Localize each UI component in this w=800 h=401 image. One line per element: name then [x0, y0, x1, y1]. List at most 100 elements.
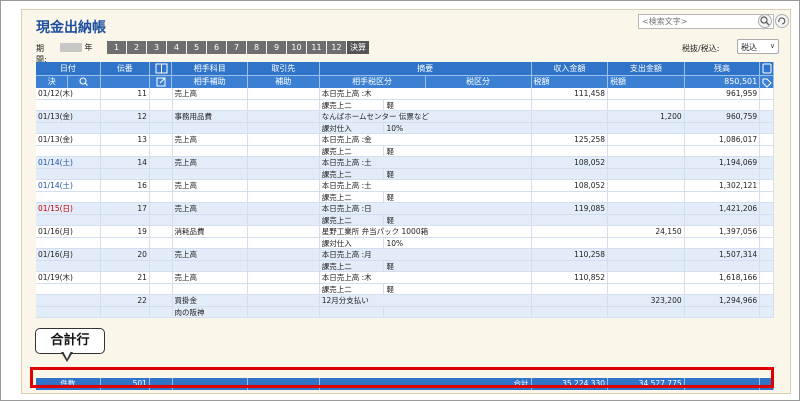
row-date: 01/13(金) [36, 134, 101, 145]
table-row[interactable]: 22 買掛金 12月分支払い 323,200 1,294,966 肉の阪神 [36, 295, 774, 318]
row-account: 売上高 [173, 203, 249, 214]
row-balance: 1,618,166 [685, 272, 761, 283]
month-button-5[interactable]: 5 [187, 41, 206, 54]
row-account: 消耗品費 [173, 226, 249, 237]
row-expense: 24,150 [608, 226, 685, 237]
row-expense [608, 272, 685, 283]
row-denpyo: 12 [101, 111, 150, 122]
col-expense[interactable]: 支出金額 [608, 62, 685, 75]
row-balance: 961,959 [685, 88, 761, 99]
edit-icon[interactable] [150, 76, 173, 88]
table-row[interactable]: 01/14(土) 14 売上高 本日売上高 :土 108,052 1,194,069 課売上… [36, 157, 774, 180]
row-account-sub [173, 168, 249, 179]
row-date: 01/14(土) [36, 180, 101, 191]
cash-book-table: 日付 伝番 相手科目 取引先 摘要 収入金額 支出金額 残高 決 相手補助 補助… [36, 62, 774, 361]
row-account-sub [173, 260, 249, 271]
row-denpyo: 16 [101, 180, 150, 191]
col-balance[interactable]: 残高 [685, 62, 761, 75]
table-row[interactable]: 01/16(月) 19 消耗品費 星野工業所 弁当パック 1000箱 24,150 1,3… [36, 226, 774, 249]
tax-mode-label: 税抜/税込: [682, 44, 720, 53]
month-button-6[interactable]: 6 [207, 41, 226, 54]
row-account-sub: 肉の阪神 [173, 306, 249, 317]
col-expense-tax[interactable]: 税額 [608, 76, 685, 88]
table-row[interactable]: 01/13(金) 13 売上高 本日売上高 :金 125,258 1,086,017 課売上… [36, 134, 774, 157]
period-year[interactable]: 年 [60, 42, 102, 54]
row-tax-class: 課売上二 [320, 168, 385, 179]
search-icon[interactable] [758, 14, 772, 28]
row-description: 本日売上高 :木 [320, 88, 532, 99]
row-account: 売上高 [173, 180, 249, 191]
search-icon[interactable] [68, 76, 101, 88]
col-date[interactable]: 日付 [36, 62, 101, 75]
row-expense [608, 203, 685, 214]
col-partner[interactable]: 取引先 [248, 62, 320, 75]
balance-carryover: 850,501 [685, 76, 761, 88]
col-tax-class[interactable]: 相手税区分 [320, 76, 426, 88]
table-row[interactable]: 01/14(土) 16 売上高 本日売上高 :土 108,052 1,302,121 課売上… [36, 180, 774, 203]
row-tax-class: 課売上二 [320, 260, 385, 271]
row-expense [608, 134, 685, 145]
row-account: 事務用品費 [173, 111, 249, 122]
row-account: 買掛金 [173, 295, 249, 306]
row-tax-class: 課対仕入 [320, 237, 385, 248]
row-balance: 1,421,206 [685, 203, 761, 214]
col-denpyo[interactable]: 伝番 [101, 62, 150, 75]
month-button-12[interactable]: 12 [327, 41, 346, 54]
col-income-tax[interactable]: 税額 [532, 76, 609, 88]
row-income: 125,258 [532, 134, 609, 145]
row-income: 108,052 [532, 157, 609, 168]
book-icon[interactable] [150, 62, 173, 75]
table-row[interactable]: 01/15(日) 17 売上高 本日売上高 :日 119,085 1,421,206 課売上… [36, 203, 774, 226]
page-title: 現金出納帳 [36, 20, 106, 36]
row-account-sub [173, 99, 249, 110]
month-button-9[interactable]: 9 [267, 41, 286, 54]
row-balance: 1,302,121 [685, 180, 761, 191]
row-description: 本日売上高 :日 [320, 203, 532, 214]
row-denpyo: 11 [101, 88, 150, 99]
col-account[interactable]: 相手科目 [172, 62, 248, 75]
table-row[interactable]: 01/16(月) 20 売上高 本日売上高 :月 110,258 1,507,314 課売上… [36, 249, 774, 272]
row-tax-rate: 軽 [384, 145, 532, 156]
search-box[interactable] [638, 14, 774, 29]
table-row[interactable]: 01/19(木) 21 売上高 本日売上高 :木 110,852 1,618,166 課売上… [36, 272, 774, 295]
month-button-10[interactable]: 10 [287, 41, 306, 54]
search-input[interactable] [642, 17, 742, 26]
table-row[interactable]: 01/12(木) 11 売上高 本日売上高 :木 111,458 961,959 課売上二軽 [36, 88, 774, 111]
row-denpyo: 19 [101, 226, 150, 237]
month-buttons: 1 2 3 4 5 6 7 8 9 10 11 12 決算 [107, 41, 370, 54]
col-partner-sub[interactable]: 補助 [248, 76, 320, 88]
row-balance: 1,507,314 [685, 249, 761, 260]
month-button-1[interactable]: 1 [107, 41, 126, 54]
row-date: 01/15(日) [36, 203, 101, 214]
tag-icon[interactable] [760, 76, 774, 88]
month-button-8[interactable]: 8 [247, 41, 266, 54]
row-denpyo: 22 [101, 295, 150, 306]
col-tax-class2[interactable]: 税区分 [426, 76, 532, 88]
row-date [36, 295, 101, 306]
month-button-3[interactable]: 3 [147, 41, 166, 54]
col-income[interactable]: 収入金額 [532, 62, 609, 75]
row-balance: 1,086,017 [685, 134, 761, 145]
table-row[interactable]: 01/13(金) 12 事務用品費 なんばホームセンター 伝票など 1,200 960,7… [36, 111, 774, 134]
row-account: 売上高 [173, 249, 249, 260]
row-income: 108,052 [532, 180, 609, 191]
row-denpyo: 14 [101, 157, 150, 168]
clear-icon[interactable] [775, 14, 789, 28]
table-body: 01/12(木) 11 売上高 本日売上高 :木 111,458 961,959 課売上二軽… [36, 88, 774, 361]
row-tax-class: 課売上二 [320, 214, 385, 225]
row-balance: 1,294,966 [685, 295, 761, 306]
month-button-kessan[interactable]: 決算 [347, 41, 369, 54]
month-button-11[interactable]: 11 [307, 41, 326, 54]
copy-icon[interactable] [760, 62, 774, 75]
row-tax-class: 課売上二 [320, 283, 385, 294]
col-description[interactable]: 摘要 [320, 62, 532, 75]
month-button-7[interactable]: 7 [227, 41, 246, 54]
col-kessan[interactable]: 決 [36, 76, 69, 88]
col-account-sub[interactable]: 相手補助 [172, 76, 248, 88]
tax-mode-select[interactable]: 税込 ∨ [737, 39, 779, 54]
row-income: 110,852 [532, 272, 609, 283]
row-income [532, 111, 609, 122]
month-button-4[interactable]: 4 [167, 41, 186, 54]
row-expense [608, 180, 685, 191]
month-button-2[interactable]: 2 [127, 41, 146, 54]
